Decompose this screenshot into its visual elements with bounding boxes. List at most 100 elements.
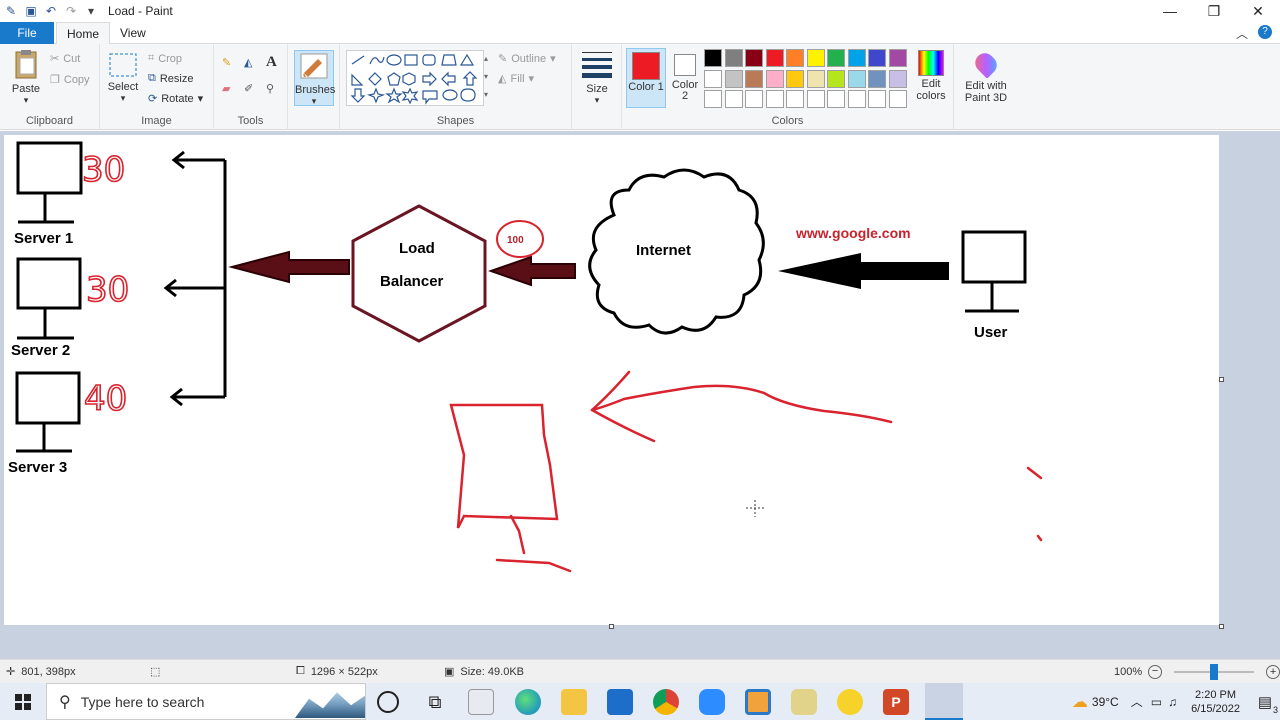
palette-swatch[interactable] — [765, 69, 784, 88]
notification-icon[interactable]: ▤ 3 — [1250, 693, 1280, 715]
palette-swatch[interactable] — [786, 49, 804, 67]
copy-button[interactable]: ❐ Copy — [50, 73, 90, 87]
app-icon[interactable] — [745, 689, 771, 715]
network-icon[interactable]: ▭ — [1151, 695, 1162, 709]
paste-icon — [15, 50, 37, 79]
zoom-slider[interactable] — [1174, 664, 1255, 680]
palette-swatch[interactable] — [806, 49, 825, 67]
size-button[interactable]: Size ▾ — [578, 50, 616, 106]
fill-button[interactable]: ◭ Fill ▾ — [498, 72, 534, 86]
palette-swatch[interactable] — [724, 90, 743, 108]
taskbar-search-box[interactable]: ⚲ Type here to search — [46, 683, 366, 720]
app-icon-2[interactable] — [791, 689, 817, 715]
select-button[interactable]: Select ▾ — [106, 52, 140, 104]
shapes-gallery-icons — [350, 53, 478, 105]
canvas-resize-handle-bottom[interactable] — [609, 624, 614, 629]
palette-swatch[interactable] — [806, 69, 825, 88]
palette-swatch[interactable] — [786, 90, 804, 108]
help-icon[interactable]: ? — [1258, 25, 1272, 39]
palette-swatch[interactable] — [827, 69, 845, 88]
distribution-bracket — [163, 150, 227, 407]
zoom-out-icon[interactable]: − — [1148, 665, 1163, 679]
palette-swatch[interactable] — [888, 90, 907, 108]
paste-button[interactable]: Paste ▾ — [6, 48, 46, 106]
zoom-in-icon[interactable]: + — [1266, 665, 1280, 679]
palette-swatch[interactable] — [704, 49, 722, 67]
powerpoint-icon[interactable]: P — [883, 689, 909, 715]
clock[interactable]: 2:20 PM 6/15/2022 — [1191, 688, 1240, 716]
maximize-button[interactable]: ❐ — [1192, 0, 1236, 22]
volume-icon[interactable]: ♫ — [1168, 695, 1177, 709]
undo-icon[interactable]: ↶ — [44, 4, 58, 18]
edge-icon[interactable] — [515, 689, 541, 715]
palette-swatch[interactable] — [704, 69, 722, 88]
color-picker-icon[interactable]: ✐ — [244, 82, 253, 95]
tab-home[interactable]: Home — [56, 22, 111, 45]
brushes-button[interactable]: Brushes ▾ — [294, 50, 335, 106]
shapes-gallery[interactable] — [346, 50, 484, 106]
resize-button[interactable]: ⧉ Resize — [148, 72, 193, 85]
palette-swatch[interactable] — [745, 69, 763, 88]
crop-button[interactable]: ⌗ Crop — [148, 52, 182, 65]
palette-swatch[interactable] — [868, 49, 886, 67]
save-icon[interactable]: ▣ — [24, 4, 38, 18]
tray-chevron-icon[interactable]: ︿ — [1131, 693, 1143, 710]
drawing-canvas[interactable]: Server 1 Server 2 Server 3 30 30 40 Load… — [4, 135, 1219, 625]
palette-swatch[interactable] — [745, 90, 763, 108]
close-button[interactable]: ✕ — [1236, 0, 1280, 22]
canvas-resize-handle-right[interactable] — [1219, 377, 1224, 382]
rotate-button[interactable]: ⟳ Rotate ▾ — [148, 92, 203, 106]
zoom-slider-thumb[interactable] — [1210, 664, 1219, 680]
palette-swatch[interactable] — [868, 69, 886, 88]
chrome-icon[interactable] — [653, 689, 679, 715]
mail-icon[interactable] — [607, 689, 633, 715]
color1-button[interactable]: Color 1 — [626, 48, 666, 108]
palette-swatch[interactable] — [765, 90, 784, 108]
cortana-icon[interactable] — [377, 691, 399, 713]
color2-button[interactable]: Color 2 — [670, 48, 700, 102]
palette-swatch[interactable] — [847, 90, 866, 108]
palette-swatch[interactable] — [868, 90, 886, 108]
file-explorer-icon[interactable] — [561, 689, 587, 715]
palette-swatch[interactable] — [724, 69, 743, 88]
tab-view[interactable]: View — [110, 22, 156, 44]
scissors-icon: ✂ — [50, 53, 60, 65]
edit-colors-button[interactable]: Edit colors — [912, 50, 950, 102]
palette-swatch[interactable] — [827, 90, 845, 108]
redo-icon[interactable]: ↷ — [64, 4, 78, 18]
pencil-icon[interactable]: ✎ — [222, 56, 231, 69]
palette-swatch[interactable] — [765, 49, 784, 67]
zoom-app-icon[interactable] — [699, 689, 725, 715]
task-view-icon[interactable]: ⧉ — [422, 689, 448, 715]
palette-swatch[interactable] — [847, 49, 866, 67]
palette-swatch[interactable] — [888, 69, 907, 88]
palette-swatch[interactable] — [806, 90, 825, 108]
cut-button[interactable]: ✂ Cut — [50, 52, 80, 66]
app-icon-3[interactable] — [837, 689, 863, 715]
store-icon[interactable] — [468, 689, 494, 715]
palette-swatch[interactable] — [745, 49, 763, 67]
minimize-button[interactable]: — — [1148, 0, 1192, 22]
fill-bucket-icon[interactable]: ◭ — [244, 56, 252, 69]
start-button[interactable] — [0, 683, 46, 720]
text-tool-icon[interactable]: A — [266, 54, 277, 71]
canvas-resize-handle-corner[interactable] — [1219, 624, 1224, 629]
palette-swatch[interactable] — [827, 49, 845, 67]
internet-label: Internet — [636, 242, 691, 259]
temperature[interactable]: 39°C — [1092, 695, 1119, 709]
magnifier-icon[interactable]: ⚲ — [266, 82, 274, 95]
collapse-ribbon-icon[interactable]: ︿ — [1236, 25, 1248, 42]
palette-swatch[interactable] — [847, 69, 866, 88]
palette-swatch[interactable] — [724, 49, 743, 67]
eraser-icon[interactable]: ▰ — [222, 82, 230, 95]
palette-swatch[interactable] — [786, 69, 804, 88]
outline-button[interactable]: ✎ Outline ▾ — [498, 52, 556, 66]
paint-taskbar-icon[interactable] — [925, 683, 963, 720]
customize-qat-icon[interactable]: ▾ — [84, 4, 98, 18]
server-3-count: 40 — [84, 379, 127, 419]
shapes-scroll[interactable]: ▴ ▾ ▾ — [482, 50, 490, 106]
palette-swatch[interactable] — [888, 49, 907, 67]
palette-swatch[interactable] — [704, 90, 722, 108]
tab-file[interactable]: File — [0, 22, 54, 44]
edit-with-paint3d-button[interactable]: Edit with Paint 3D — [958, 49, 1014, 104]
